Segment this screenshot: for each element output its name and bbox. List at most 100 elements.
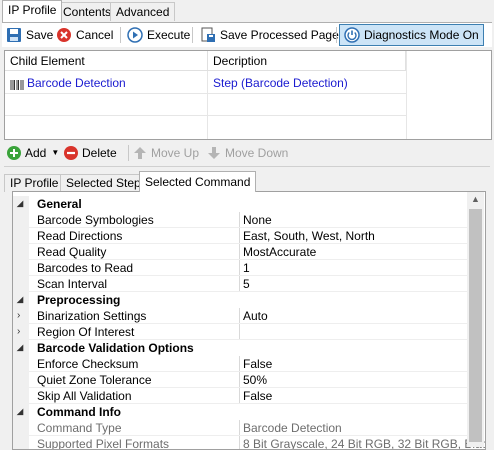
scrollbar-thumb[interactable]	[469, 209, 482, 442]
tab-label: IP Profile	[8, 3, 57, 17]
tab-contents[interactable]: Contents	[57, 2, 118, 21]
barcode-icon	[10, 77, 24, 90]
collapse-icon[interactable]: ◢	[17, 292, 27, 308]
cancel-label: Cancel	[76, 28, 114, 42]
column-divider	[239, 356, 240, 372]
toolbar-separator	[336, 27, 337, 43]
property-value[interactable]: East, South, West, North	[243, 228, 375, 244]
property-row[interactable]: Skip All Validation False	[13, 388, 468, 404]
row-margin	[13, 420, 29, 436]
property-label: Binarization Settings	[37, 309, 147, 323]
property-value[interactable]: 5	[243, 276, 250, 292]
tab-advanced[interactable]: Advanced	[110, 2, 176, 21]
category-preprocessing[interactable]: ◢ Preprocessing	[13, 292, 468, 308]
step-toolbar: Add ▼ Delete Move Up Move Down	[4, 142, 490, 164]
save-button[interactable]: Save	[2, 24, 57, 46]
property-value[interactable]: Auto	[243, 308, 268, 324]
collapse-icon[interactable]: ◢	[17, 404, 27, 420]
property-label: Read Quality	[37, 245, 107, 259]
property-label: Barcode Symbologies	[37, 213, 154, 227]
move-up-label: Move Up	[151, 146, 200, 160]
column-header-description[interactable]: Decription	[208, 51, 406, 71]
description-cell[interactable]: Step (Barcode Detection)	[208, 73, 406, 93]
property-label: Barcodes to Read	[37, 261, 134, 275]
tab-label: Contents	[63, 5, 112, 19]
collapse-icon[interactable]: ◢	[17, 196, 27, 212]
tab-ip-profile-lower[interactable]: IP Profile	[4, 174, 65, 192]
category-command-info[interactable]: ◢ Command Info	[13, 404, 468, 420]
table-row[interactable]: Barcode Detection	[5, 73, 208, 93]
toolbar-separator	[192, 27, 193, 43]
add-button[interactable]: Add ▼	[6, 144, 59, 162]
property-row[interactable]: Command Type Barcode Detection	[13, 420, 468, 436]
cancel-icon	[56, 27, 72, 43]
property-value: Barcode Detection	[243, 421, 342, 435]
column-divider	[239, 212, 240, 228]
description-text: Step (Barcode Detection)	[213, 76, 348, 90]
chevron-down-icon: ▼	[51, 148, 60, 157]
column-header-label: Child Element	[10, 54, 85, 68]
column-divider	[239, 388, 240, 404]
tab-selected-command[interactable]: Selected Command	[139, 171, 257, 192]
category-barcode-validation[interactable]: ◢ Barcode Validation Options	[13, 340, 468, 356]
column-divider	[239, 228, 240, 244]
save-icon	[6, 27, 22, 43]
expand-icon[interactable]: ›	[17, 308, 27, 324]
diagnostics-label: Diagnostics Mode On	[364, 28, 479, 42]
property-value[interactable]: 50%	[243, 372, 267, 388]
column-divider	[239, 308, 240, 324]
row-margin	[13, 372, 29, 388]
cancel-button[interactable]: Cancel	[52, 24, 117, 46]
expand-icon[interactable]: ›	[17, 324, 27, 340]
property-value[interactable]: False	[243, 356, 272, 372]
property-value[interactable]: False	[243, 388, 272, 404]
column-divider	[239, 276, 240, 292]
power-icon	[344, 27, 360, 43]
row-margin	[13, 356, 29, 372]
property-label: Read Directions	[37, 229, 123, 243]
move-down-label: Move Down	[225, 146, 289, 160]
column-header-label: Decription	[213, 54, 268, 68]
property-value[interactable]: 1	[243, 260, 250, 276]
child-element-cell: Barcode Detection	[27, 76, 126, 90]
scroll-up-icon[interactable]: ▲	[470, 194, 481, 204]
execute-button[interactable]: Execute	[123, 24, 194, 46]
column-header-child-element[interactable]: Child Element	[5, 51, 208, 71]
column-divider	[239, 324, 240, 340]
category-general[interactable]: ◢ General	[13, 196, 468, 212]
save-processed-page-button[interactable]: Save Processed Page	[196, 24, 343, 46]
property-grid-scrollbar[interactable]: ▲	[467, 192, 484, 447]
child-element-grid[interactable]: Child Element Decription Barcode Detecti…	[4, 50, 492, 140]
toolbar-separator	[128, 145, 129, 161]
property-row[interactable]: Read Quality MostAccurate	[13, 244, 468, 260]
property-row[interactable]: Enforce Checksum False	[13, 356, 468, 372]
tab-selected-step[interactable]: Selected Step	[60, 174, 147, 192]
move-up-button[interactable]: Move Up	[132, 144, 199, 162]
property-row[interactable]: Read Directions East, South, West, North	[13, 228, 468, 244]
property-row[interactable]: › Region Of Interest	[13, 324, 468, 340]
tab-label: Advanced	[116, 5, 170, 19]
property-row[interactable]: Barcodes to Read 1	[13, 260, 468, 276]
tab-ip-profile[interactable]: IP Profile	[2, 0, 63, 22]
grid-line	[5, 93, 406, 94]
property-grid[interactable]: ◢ General Barcode Symbologies None Read …	[12, 191, 486, 450]
move-down-button[interactable]: Move Down	[206, 144, 288, 162]
execute-label: Execute	[147, 28, 191, 42]
property-row[interactable]: Scan Interval 5	[13, 276, 468, 292]
divider	[4, 166, 490, 167]
property-row[interactable]: Quiet Zone Tolerance 50%	[13, 372, 468, 388]
diagnostics-mode-toggle[interactable]: Diagnostics Mode On	[339, 24, 484, 46]
column-divider	[239, 372, 240, 388]
property-row[interactable]: › Binarization Settings Auto	[13, 308, 468, 324]
row-margin	[13, 388, 29, 404]
delete-label: Delete	[82, 146, 117, 160]
column-divider	[239, 420, 240, 436]
arrow-down-icon	[206, 145, 222, 161]
collapse-icon[interactable]: ◢	[17, 340, 27, 356]
row-margin	[13, 260, 29, 276]
delete-button[interactable]: Delete	[63, 144, 117, 162]
property-value[interactable]: None	[243, 212, 272, 228]
row-margin	[13, 212, 29, 228]
property-row[interactable]: Barcode Symbologies None	[13, 212, 468, 228]
property-value[interactable]: MostAccurate	[243, 244, 316, 260]
